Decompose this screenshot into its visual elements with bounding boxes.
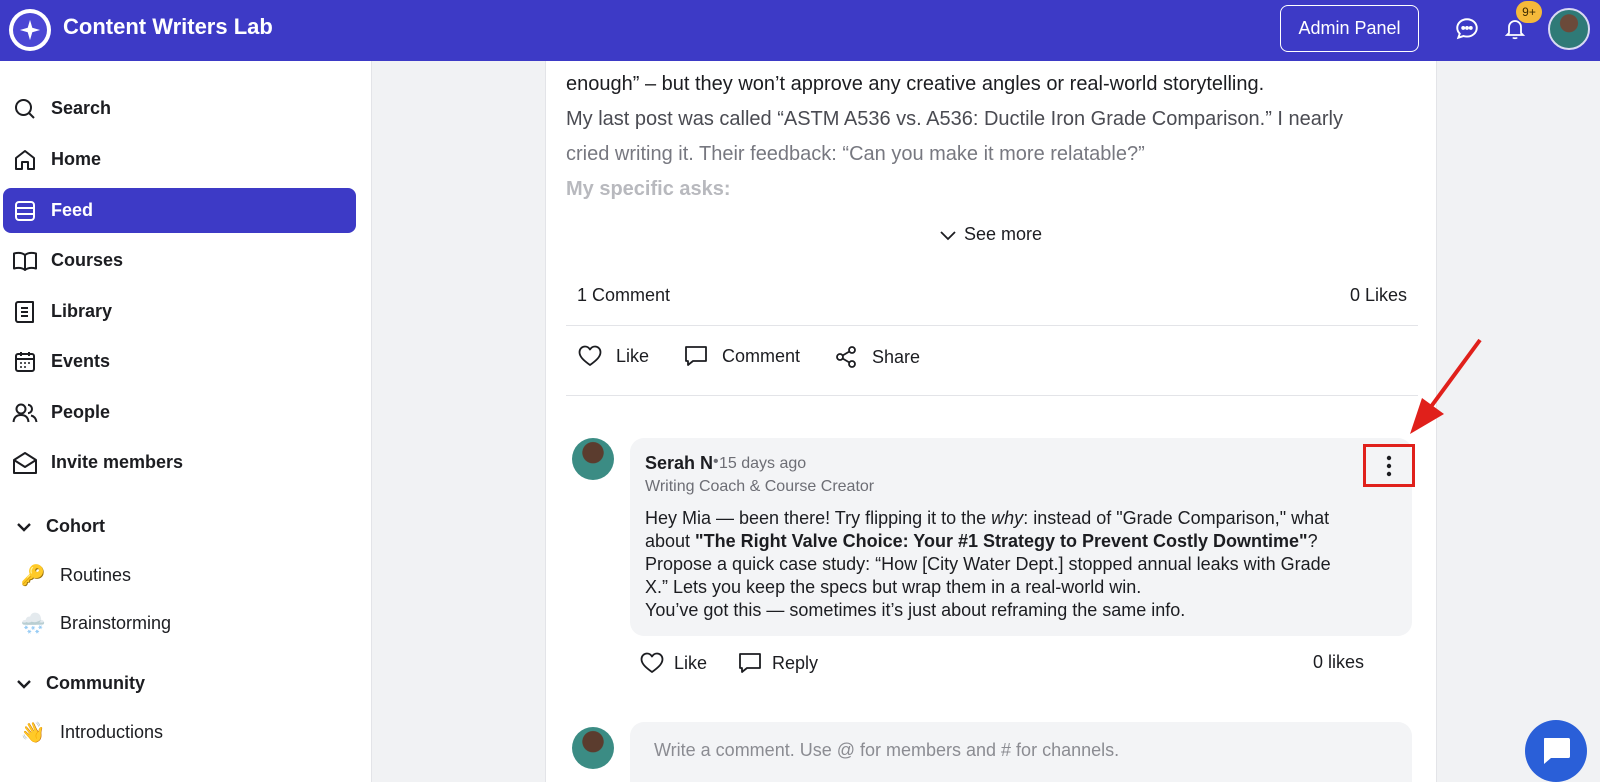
search-icon [12, 96, 38, 122]
waving-hand-icon: 👋 [20, 722, 46, 744]
sparkle-logo-icon[interactable] [9, 9, 51, 51]
comment-likes-count[interactable]: 0 likes [1313, 652, 1364, 673]
comment-icon [739, 653, 761, 673]
channel-label: Brainstorming [60, 613, 172, 633]
book-open-icon [12, 248, 38, 274]
sidebar-item-label: Home [51, 149, 102, 169]
reply-label: Reply [772, 652, 819, 673]
sidebar-item-home[interactable]: Home [3, 137, 356, 182]
top-bar: Content Writers Lab Admin Panel 9+ [0, 0, 1600, 61]
comment-author[interactable]: Serah N [645, 453, 713, 474]
snow-cloud-icon: 🌨️ [20, 613, 46, 635]
comment-button[interactable]: Comment [684, 345, 800, 367]
comment-icon [685, 346, 707, 366]
chevron-down-icon [14, 674, 34, 694]
comment-input[interactable] [654, 736, 1384, 764]
comment-like-button[interactable]: Like [640, 652, 707, 674]
post-stats: 1 Comment 0 Likes [577, 285, 1407, 306]
section-cohort[interactable]: Cohort [14, 516, 105, 537]
app-name[interactable]: Content Writers Lab [63, 14, 273, 40]
sidebar-item-label: Feed [51, 200, 94, 220]
sidebar-item-label: Invite members [51, 452, 184, 472]
key-icon: 🔑 [20, 565, 46, 587]
sidebar-item-feed[interactable]: Feed [3, 188, 356, 233]
book-icon [12, 299, 38, 325]
sidebar: Search Home Feed Courses Library Events … [0, 61, 372, 782]
chevron-down-icon [14, 517, 34, 537]
comment-time: 15 days ago [719, 455, 807, 472]
envelope-icon [12, 450, 38, 476]
comment-more-options-button[interactable] [1363, 444, 1415, 487]
sidebar-item-courses[interactable]: Courses [3, 238, 356, 283]
divider [566, 395, 1418, 396]
heart-icon [578, 345, 602, 366]
notification-badge: 9+ [1516, 1, 1542, 23]
divider [566, 325, 1418, 326]
sidebar-item-label: Library [51, 301, 113, 321]
section-label: Cohort [46, 516, 105, 536]
calendar-icon [12, 349, 38, 375]
share-icon [836, 346, 856, 368]
post-body-line: My specific asks: [566, 178, 731, 200]
comment-count[interactable]: 1 Comment [577, 285, 670, 306]
channel-brainstorming[interactable]: 🌨️ Brainstorming [20, 611, 172, 636]
commenter-avatar[interactable] [572, 438, 614, 480]
see-more-button[interactable]: See more [938, 224, 1042, 245]
chevron-down-icon [940, 230, 956, 240]
section-label: Community [46, 673, 145, 693]
comment-label: Comment [722, 345, 801, 366]
channel-label: Routines [60, 565, 132, 585]
sidebar-item-label: Events [51, 351, 111, 371]
reply-button[interactable]: Reply [738, 652, 818, 674]
chat-icon [1544, 738, 1570, 764]
sidebar-item-label: Search [51, 98, 112, 118]
section-community[interactable]: Community [14, 673, 145, 694]
comment-body: Hey Mia — been there! Try flipping it to… [645, 508, 1331, 620]
post-body-line: enough” – but they won’t approve any cre… [566, 73, 1265, 95]
user-avatar[interactable] [1548, 8, 1590, 50]
sidebar-item-invite-members[interactable]: Invite members [3, 440, 356, 485]
sidebar-item-label: People [51, 402, 111, 422]
feed-icon [12, 198, 38, 224]
share-label: Share [872, 346, 921, 367]
heart-icon [640, 652, 664, 673]
comment-author-role: Writing Coach & Course Creator [645, 478, 875, 495]
sidebar-item-people[interactable]: People [3, 390, 356, 435]
sidebar-item-label: Courses [51, 250, 124, 270]
admin-panel-button[interactable]: Admin Panel [1280, 5, 1419, 52]
chat-bubble-icon[interactable] [1453, 15, 1481, 43]
see-more-label: See more [964, 224, 1043, 244]
post-body-line: My last post was called “ASTM A536 vs. A… [566, 108, 1343, 130]
sidebar-item-events[interactable]: Events [3, 339, 356, 384]
separator-dot: • [713, 453, 719, 470]
channel-introductions[interactable]: 👋 Introductions [20, 720, 164, 745]
annotation-arrow [1410, 338, 1482, 434]
current-user-avatar [572, 727, 614, 769]
share-button[interactable]: Share [834, 345, 920, 369]
home-icon [12, 147, 38, 173]
like-label: Like [616, 345, 650, 366]
more-vertical-icon [1386, 455, 1392, 476]
channel-routines[interactable]: 🔑 Routines [20, 563, 132, 588]
support-chat-button[interactable] [1525, 720, 1587, 782]
like-label: Like [674, 652, 708, 673]
sidebar-item-library[interactable]: Library [3, 289, 356, 334]
post-body-line: cried writing it. Their feedback: “Can y… [566, 143, 1145, 165]
people-icon [12, 400, 38, 426]
like-button[interactable]: Like [578, 345, 649, 367]
channel-label: Introductions [60, 722, 164, 742]
sidebar-item-search[interactable]: Search [3, 86, 356, 131]
like-count[interactable]: 0 Likes [1350, 285, 1407, 306]
